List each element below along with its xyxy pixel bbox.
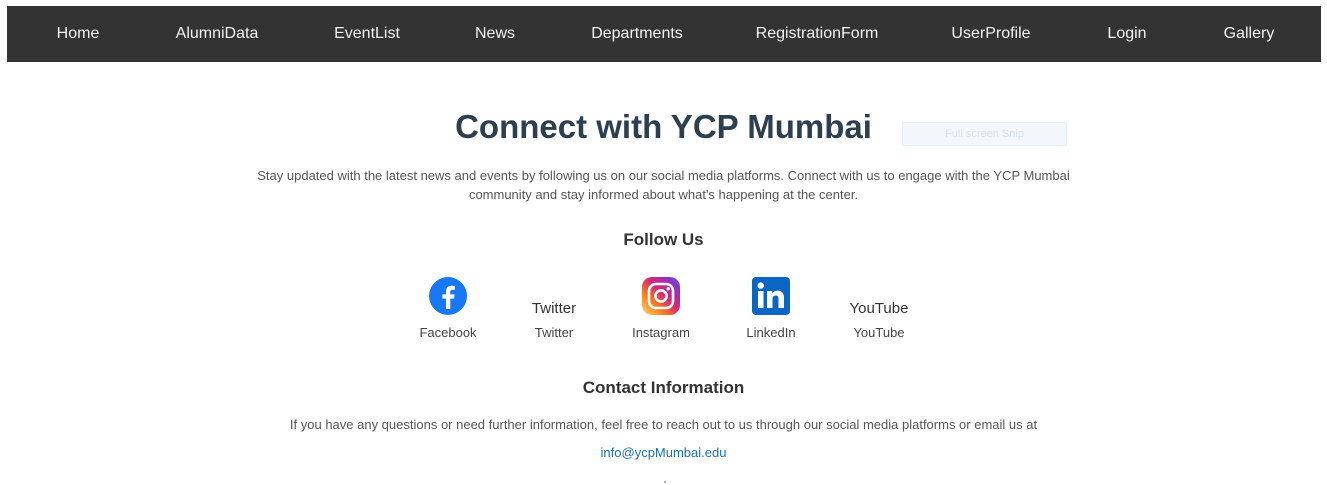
instagram-label: Instagram	[632, 325, 690, 340]
social-instagram-link[interactable]: Instagram	[606, 276, 716, 346]
youtube-label: YouTube	[853, 325, 905, 340]
snip-overlay: Full screen Snip	[902, 122, 1067, 146]
social-facebook-link[interactable]: Facebook	[393, 276, 503, 346]
social-youtube-link[interactable]: YouTube YouTube	[824, 276, 934, 346]
top-navbar: Home AlumniData EventList News Departmen…	[7, 6, 1321, 62]
facebook-icon	[429, 277, 467, 315]
youtube-icon: YouTube	[849, 300, 909, 317]
linkedin-label: LinkedIn	[746, 325, 796, 340]
intro-text: Stay updated with the latest news and ev…	[257, 168, 1070, 202]
nav-home-link[interactable]: Home	[57, 6, 100, 62]
nav-eventlist-link[interactable]: EventList	[334, 6, 400, 62]
twitter-icon: Twitter	[531, 300, 577, 317]
nav-departments-link[interactable]: Departments	[591, 6, 683, 62]
linkedin-icon	[752, 277, 790, 315]
nav-news-link[interactable]: News	[475, 6, 515, 62]
facebook-label: Facebook	[419, 325, 477, 340]
follow-us-heading: Follow Us	[623, 230, 704, 249]
nav-alumnidata-link[interactable]: AlumniData	[176, 6, 259, 62]
instagram-icon	[642, 277, 680, 315]
contact-text: If you have any questions or need furthe…	[289, 417, 1038, 432]
email-link[interactable]: info@ycpMumbai.edu	[601, 445, 727, 460]
nav-registrationform-link[interactable]: RegistrationForm	[756, 6, 879, 62]
social-twitter-link[interactable]: Twitter Twitter	[499, 276, 609, 346]
page-title: Connect with YCP Mumbai	[455, 108, 872, 145]
nav-userprofile-link[interactable]: UserProfile	[951, 6, 1030, 62]
nav-login-link[interactable]: Login	[1107, 6, 1146, 62]
contact-heading: Contact Information	[582, 378, 745, 397]
social-linkedin-link[interactable]: LinkedIn	[716, 276, 826, 346]
nav-gallery-link[interactable]: Gallery	[1224, 6, 1275, 62]
divider-dot	[664, 481, 666, 483]
email-line: info@ycpMumbai.edu	[0, 445, 1327, 460]
twitter-label: Twitter	[534, 325, 574, 340]
